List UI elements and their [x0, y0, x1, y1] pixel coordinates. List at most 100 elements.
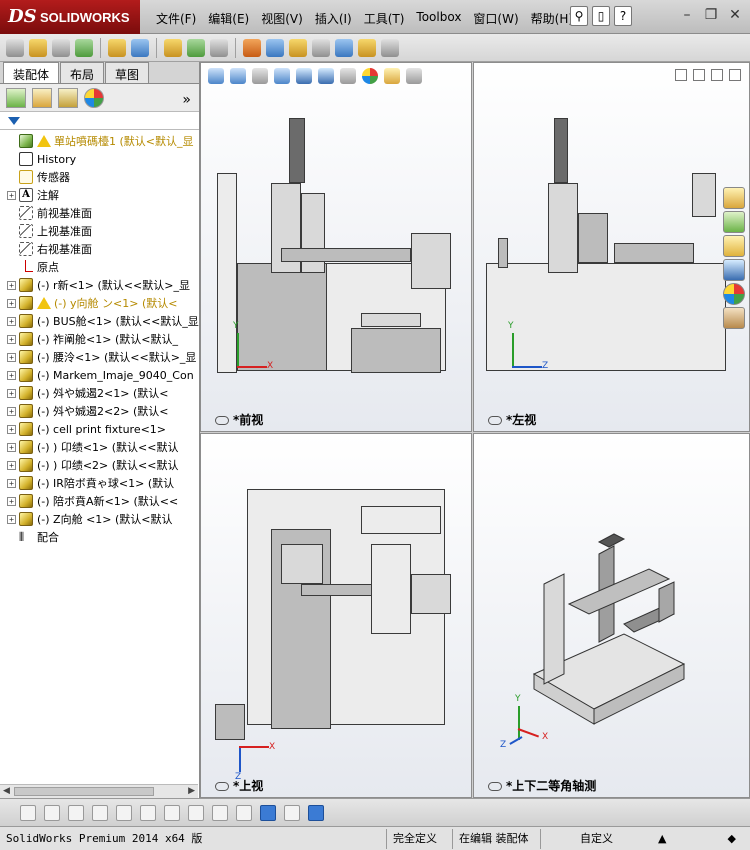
display-style-icon[interactable]	[318, 68, 334, 84]
menu-file[interactable]: 文件(F)	[150, 8, 202, 29]
tab-assembly[interactable]: 装配体	[3, 62, 60, 83]
expand-icon[interactable]: +	[7, 406, 16, 416]
view-palette-icon[interactable]	[723, 259, 745, 281]
expand-icon[interactable]: +	[7, 298, 16, 308]
menu-insert[interactable]: 插入(I)	[309, 8, 358, 29]
tag-icon[interactable]: ◆	[682, 829, 742, 849]
expand-icon[interactable]: +	[7, 460, 16, 470]
zoom-to-fit-icon[interactable]	[208, 68, 224, 84]
viewport-left[interactable]: Y Z *左视	[473, 62, 750, 432]
scroll-left-icon[interactable]: ◀	[3, 786, 10, 796]
feature-tree-filter[interactable]	[0, 112, 199, 130]
viewport-isometric[interactable]: Y X Z *上下二等角轴测	[473, 433, 750, 798]
menu-view[interactable]: 视图(V)	[255, 8, 309, 29]
tree-item[interactable]: + (-) cell print fixture<1>	[0, 420, 199, 438]
viewport-minimize-icon[interactable]	[693, 69, 705, 81]
point-icon[interactable]	[20, 804, 36, 821]
grid-icon[interactable]	[212, 804, 228, 821]
expand-icon[interactable]: +	[7, 496, 16, 506]
bill-of-materials-icon[interactable]	[266, 38, 284, 57]
tree-item[interactable]: 前视基准面	[0, 204, 199, 222]
explode-line-sketch-icon[interactable]	[312, 38, 330, 57]
expand-icon[interactable]: +	[7, 442, 16, 452]
four-view-icon[interactable]	[308, 804, 324, 821]
tree-item[interactable]: 传感器	[0, 168, 199, 186]
units-selector[interactable]: 自定义	[540, 828, 652, 849]
close-icon[interactable]: ✕	[726, 6, 744, 24]
tree-item[interactable]: 單站噴碼檯1 (默认<默认_显	[0, 132, 199, 150]
tree-item[interactable]: + (-) ) 卬绩<1> (默认<<默认	[0, 438, 199, 456]
tree-item[interactable]: + (-) 陪ボ賁A新<1> (默认<<	[0, 492, 199, 510]
expand-icon[interactable]: +	[7, 334, 16, 344]
apply-scene-icon[interactable]	[384, 68, 400, 84]
previous-view-icon[interactable]	[252, 68, 268, 84]
tree-item[interactable]: + (-) 斘や娍遏2<1> (默认<	[0, 384, 199, 402]
scrollbar-thumb[interactable]	[14, 787, 154, 796]
section-view-icon[interactable]	[274, 68, 290, 84]
expand-icon[interactable]: +	[7, 352, 16, 362]
viewport-close-icon[interactable]	[729, 69, 741, 81]
circle-icon[interactable]	[44, 804, 60, 821]
smart-dimension-icon[interactable]	[140, 804, 156, 821]
tree-item[interactable]: + (-) Z向舱 <1> (默认<默认	[0, 510, 199, 528]
single-view-icon[interactable]	[284, 804, 300, 821]
pin-icon[interactable]: ⚲	[570, 6, 588, 26]
tree-item[interactable]: + (-) ) 卬绩<2> (默认<<默认	[0, 456, 199, 474]
design-library-icon[interactable]	[723, 211, 745, 233]
shaded-view-icon[interactable]	[260, 804, 276, 821]
view-settings-icon[interactable]	[406, 68, 422, 84]
linear-pattern-icon[interactable]	[75, 38, 93, 57]
polygon-icon[interactable]	[68, 804, 84, 821]
tab-sketch[interactable]: 草图	[105, 62, 150, 83]
help-icon[interactable]: ?	[614, 6, 632, 26]
tree-item[interactable]: 上视基准面	[0, 222, 199, 240]
tree-item[interactable]: 原点	[0, 258, 199, 276]
property-manager-icon[interactable]	[32, 87, 52, 108]
expand-icon[interactable]: +	[7, 514, 16, 524]
expand-icon[interactable]: +	[7, 370, 16, 380]
tab-layout[interactable]: 布局	[60, 62, 105, 83]
units-up-arrow-icon[interactable]: ▲	[652, 829, 682, 849]
viewport-top[interactable]: Z X *上视	[200, 433, 472, 798]
tree-item[interactable]: + (-) BUS舱<1> (默认<<默认_显	[0, 312, 199, 330]
tree-item[interactable]: History	[0, 150, 199, 168]
tree-item[interactable]: + (-) y向舱 ン<1> (默认<	[0, 294, 199, 312]
expand-icon[interactable]: +	[7, 190, 16, 200]
expand-icon[interactable]: +	[7, 478, 16, 488]
tree-item[interactable]: + (-) 腰泠<1> (默认<<默认>_显	[0, 348, 199, 366]
feature-manager-icon[interactable]	[6, 87, 26, 108]
horizontal-scrollbar[interactable]: ◀ ▶	[0, 784, 198, 798]
viewport-maximize-icon[interactable]	[711, 69, 723, 81]
insert-component-icon[interactable]	[6, 38, 24, 57]
view-orientation-icon[interactable]	[296, 68, 312, 84]
new-motion-study-icon[interactable]	[243, 38, 261, 57]
tree-item[interactable]: + (-) IR陪ボ賁ゃ球<1> (默认	[0, 474, 199, 492]
tree-item[interactable]: ⫴ 配合	[0, 528, 199, 546]
menu-toolbox[interactable]: Toolbox	[410, 8, 467, 29]
appearances-icon[interactable]	[723, 283, 745, 305]
assembly-features-icon[interactable]	[187, 38, 205, 57]
edit-appearance-icon[interactable]	[362, 68, 378, 84]
hide-show-items-icon[interactable]	[340, 68, 356, 84]
instant3d-icon[interactable]	[381, 38, 399, 57]
viewport-link-icon[interactable]	[675, 69, 687, 81]
expand-icon[interactable]: +	[7, 424, 16, 434]
interference-detection-icon[interactable]	[335, 38, 353, 57]
expand-icon[interactable]: +	[7, 280, 16, 290]
scroll-right-icon[interactable]: ▶	[188, 786, 195, 796]
expand-icon[interactable]: +	[7, 316, 16, 326]
line-icon[interactable]	[116, 804, 132, 821]
show-hidden-icon[interactable]	[164, 38, 182, 57]
restore-icon[interactable]: ❐	[702, 6, 720, 24]
smart-fasteners-icon[interactable]	[108, 38, 126, 57]
more-tabs-icon[interactable]: »	[182, 92, 191, 108]
viewport-front[interactable]: Y X *前视	[200, 62, 472, 432]
offset-icon[interactable]	[188, 804, 204, 821]
solidworks-logo[interactable]: DS SOLIDWORKS	[0, 0, 140, 34]
file-explorer-icon[interactable]	[723, 235, 745, 257]
display-manager-icon[interactable]	[84, 87, 104, 108]
menu-edit[interactable]: 编辑(E)	[202, 8, 255, 29]
new-part-icon[interactable]	[29, 38, 47, 57]
expand-icon[interactable]: +	[7, 388, 16, 398]
minimize-icon[interactable]: –	[678, 6, 696, 24]
